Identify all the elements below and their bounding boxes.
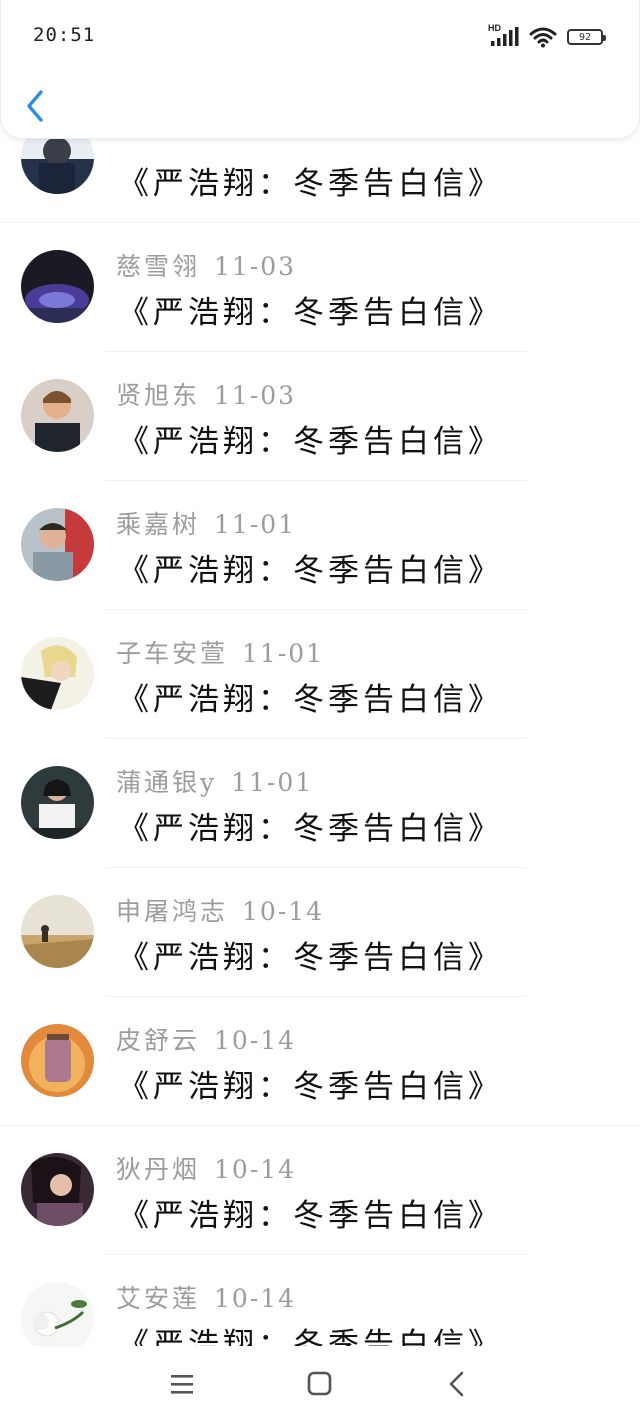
chevron-left-icon	[27, 90, 43, 122]
comment-meta: 子车安萱 11-01	[116, 634, 324, 670]
signal-icon: HD	[488, 23, 519, 48]
system-nav-bar	[0, 1346, 640, 1423]
avatar[interactable]	[21, 1153, 94, 1226]
commenter-name: 申屠鸿志	[116, 897, 229, 926]
comment-meta: 慈雪翎 11-03	[116, 247, 296, 283]
comment-text: 《严浩翔：冬季告白信》	[118, 553, 503, 589]
comment-meta: 蒲通银y 11-01	[116, 763, 313, 799]
status-time: 20:51	[33, 24, 96, 46]
comment-meta: 皮舒云 10-14	[116, 1021, 296, 1057]
list-item[interactable]: 蒲通银y 11-01 《严浩翔：冬季告白信》	[0, 739, 640, 868]
comment-date: 11-01	[231, 768, 314, 797]
avatar[interactable]	[21, 637, 94, 710]
list-item[interactable]: 子车安萱 11-01 《严浩翔：冬季告白信》	[0, 610, 640, 739]
avatar[interactable]	[21, 1282, 94, 1355]
comment-date: 10-14	[214, 1026, 297, 1055]
comment-date: 10-14	[242, 897, 325, 926]
comment-text: 《严浩翔：冬季告白信》	[118, 682, 503, 718]
home-button[interactable]	[300, 1370, 340, 1400]
comment-meta: 狄丹烟 10-14	[116, 1150, 296, 1186]
commenter-name: 贤旭东	[116, 381, 201, 410]
comment-date: 11-01	[242, 639, 325, 668]
back-icon	[449, 1371, 464, 1397]
list-item[interactable]: 皮舒云 10-14 《严浩翔：冬季告白信》	[0, 997, 640, 1126]
network-label: HD	[488, 23, 501, 33]
comment-meta: 贤旭东 11-03	[116, 376, 296, 412]
menu-button[interactable]	[162, 1370, 202, 1400]
nav-back-button[interactable]	[438, 1370, 478, 1400]
avatar[interactable]	[21, 379, 94, 452]
comment-text: 《严浩翔：冬季告白信》	[118, 166, 503, 202]
back-button[interactable]	[21, 86, 51, 126]
commenter-name: 子车安萱	[116, 639, 229, 668]
comment-text: 《严浩翔：冬季告白信》	[118, 811, 503, 847]
comment-text: 《严浩翔：冬季告白信》	[118, 424, 503, 460]
list-item[interactable]: 狄丹烟 10-14 《严浩翔：冬季告白信》	[0, 1126, 640, 1255]
avatar[interactable]	[21, 895, 94, 968]
comment-date: 10-14	[214, 1284, 297, 1313]
wifi-icon	[529, 27, 557, 48]
battery-icon: 92	[567, 29, 606, 45]
comment-date: 11-01	[214, 510, 297, 539]
commenter-name: 狄丹烟	[116, 1155, 201, 1184]
commenter-name: 艾安莲	[116, 1284, 201, 1313]
commenter-name: 蒲通银y	[116, 768, 218, 797]
comment-meta: 艾安莲 10-14	[116, 1279, 296, 1315]
comment-text: 《严浩翔：冬季告白信》	[118, 295, 503, 331]
comment-date: 10-14	[214, 1155, 297, 1184]
comment-meta: 乘嘉树 11-01	[116, 505, 296, 541]
comment-text: 《严浩翔：冬季告白信》	[118, 940, 503, 976]
list-item[interactable]: 申屠鸿志 10-14 《严浩翔：冬季告白信》	[0, 868, 640, 997]
home-icon	[307, 1371, 332, 1396]
menu-icon	[171, 1375, 193, 1394]
list-item[interactable]: 乘嘉树 11-01 《严浩翔：冬季告白信》	[0, 481, 640, 610]
comment-date: 11-03	[214, 381, 297, 410]
list-item[interactable]: 慈雪翎 11-03 《严浩翔：冬季告白信》	[0, 223, 640, 352]
avatar[interactable]	[21, 250, 94, 323]
battery-level: 92	[578, 31, 592, 43]
commenter-name: 慈雪翎	[116, 252, 201, 281]
avatar[interactable]	[21, 766, 94, 839]
commenter-name: 乘嘉树	[116, 510, 201, 539]
comment-text: 《严浩翔：冬季告白信》	[118, 1069, 503, 1105]
list-item[interactable]: 贤旭东 11-03 《严浩翔：冬季告白信》	[0, 352, 640, 481]
top-bar: 20:51 HD 92	[0, 0, 640, 139]
avatar[interactable]	[21, 508, 94, 581]
avatar[interactable]	[21, 1024, 94, 1097]
status-icons: HD 92	[488, 23, 606, 48]
comment-text: 《严浩翔：冬季告白信》	[118, 1198, 503, 1234]
commenter-name: 皮舒云	[116, 1026, 201, 1055]
comment-meta: 申屠鸿志 10-14	[116, 892, 324, 928]
comment-date: 11-03	[214, 252, 297, 281]
